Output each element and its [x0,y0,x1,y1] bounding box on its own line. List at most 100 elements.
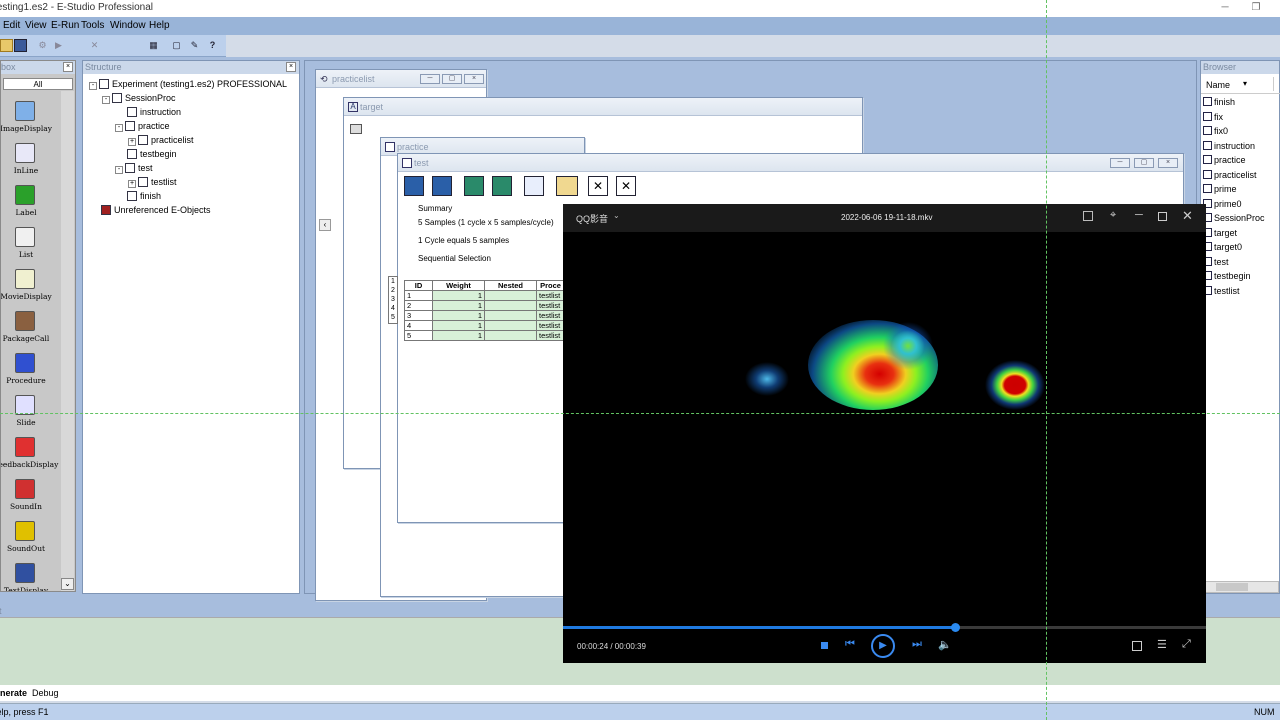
tree-node[interactable]: finish [89,190,299,204]
column-header[interactable]: Proce [536,280,565,291]
left-scroll-arrow[interactable]: ‹ [319,219,331,231]
tree-node[interactable]: - practice [89,120,299,134]
table-cell[interactable]: testlist [536,290,565,301]
table-row[interactable]: 3 1 testlist [404,310,565,321]
collapse-icon[interactable]: - [102,96,110,104]
table-cell[interactable]: 3 [404,310,433,321]
browser-item[interactable]: testlist [1203,284,1279,299]
browser-item[interactable]: fix0 [1203,124,1279,139]
open-icon[interactable] [0,39,13,52]
table-cell[interactable] [484,310,537,321]
column-header[interactable]: Nested [484,280,537,291]
settings-icon[interactable]: ☰ [1157,638,1167,651]
table-row[interactable]: 2 1 testlist [404,300,565,311]
add-attribute-icon[interactable] [464,176,484,196]
attribute-table[interactable]: ID Weight Nested Proce 1 1 testlist 2 1 testl… [404,280,565,341]
media-player-window[interactable]: QQ影音 ⌄ 2022-06-06 19-11-18.mkv ⌖ ─ ✕ 00:… [563,204,1206,663]
toolbox-filter[interactable]: All [3,78,73,90]
maximize-button[interactable]: ▢ [1134,158,1154,168]
close-icon[interactable]: ✕ [1182,208,1193,224]
add-level-icon[interactable] [404,176,424,196]
properties-icon[interactable] [556,176,578,196]
tree-node[interactable]: - test [89,162,299,176]
video-frame[interactable] [563,232,1206,626]
screenshot-icon[interactable] [1132,641,1142,651]
table-cell[interactable]: 1 [432,310,485,321]
browser-item[interactable]: finish [1203,95,1279,110]
close-icon[interactable]: × [286,62,296,72]
help-icon[interactable]: ? [206,39,219,52]
table-cell[interactable]: 1 [404,290,433,301]
remove-attributes-icon[interactable]: ✕ [616,176,636,196]
table-cell[interactable]: 2 [404,300,433,311]
browser-item[interactable]: testbegin [1203,269,1279,284]
expand-icon[interactable]: + [128,180,136,188]
chevron-down-icon[interactable]: ⌄ [613,211,620,220]
menu-help[interactable]: Help [149,20,170,31]
toolbox-scrollbar[interactable]: ⌄ [61,91,74,591]
expand-icon[interactable]: + [128,138,136,146]
tree-node[interactable]: - SessionProc [89,92,299,106]
collapse-icon[interactable]: - [115,124,123,132]
play-button[interactable]: ▶ [871,634,895,658]
browser-item[interactable]: target [1203,226,1279,241]
browser-item[interactable]: practicelist [1203,168,1279,183]
tree-node[interactable]: Unreferenced E-Objects [89,204,299,218]
toolbox-item[interactable]: PackageCall [1,311,61,351]
toolbox-item[interactable]: List [1,227,61,267]
table-cell[interactable]: 1 [432,320,485,331]
minimize-button[interactable]: ─ [420,74,440,84]
table-cell[interactable] [484,300,537,311]
menu-tools[interactable]: Tools [81,20,104,31]
stop-icon[interactable] [821,642,828,649]
browser-icon[interactable]: ▦ [147,39,160,52]
browser-hscroll[interactable] [1203,581,1279,593]
table-cell[interactable] [484,330,537,341]
close-button[interactable]: × [1158,158,1178,168]
browser-item[interactable]: prime [1203,182,1279,197]
previous-icon[interactable]: ⏮ [845,638,855,651]
browser-item[interactable]: prime0 [1203,197,1279,212]
pin-icon[interactable]: ⌖ [1110,209,1116,222]
table-cell[interactable]: 5 [404,330,433,341]
collapse-icon[interactable]: - [89,82,97,90]
next-icon[interactable]: ⏭ [912,638,922,651]
table-cell[interactable]: testlist [536,300,565,311]
menu-window[interactable]: Window [110,20,146,31]
remove-levels-icon[interactable]: ✕ [588,176,608,196]
tree-node[interactable]: testbegin [89,148,299,162]
tree-node[interactable]: - Experiment (testing1.es2) PROFESSIONAL [89,78,299,92]
table-cell[interactable]: testlist [536,310,565,321]
toolbox-item[interactable]: MovieDisplay [1,269,61,309]
browser-item[interactable]: instruction [1203,139,1279,154]
tab-debug[interactable]: Debug [32,688,59,698]
cut-icon[interactable]: ✕ [88,39,101,52]
browser-item[interactable]: test [1203,255,1279,270]
close-button[interactable]: × [464,74,484,84]
menu-view[interactable]: View [25,20,47,31]
table-cell[interactable] [484,320,537,331]
new-icon[interactable]: ▢ [170,39,183,52]
minimize-button[interactable]: ─ [1214,0,1236,17]
toolbox-item[interactable]: Slide [1,395,61,435]
column-header[interactable]: ID [404,280,433,291]
tab-generate[interactable]: Generate [0,688,27,698]
close-icon[interactable]: × [63,62,73,72]
table-cell[interactable]: 1 [432,330,485,341]
save-icon[interactable] [14,39,27,52]
name-column-label[interactable]: Name [1206,80,1230,90]
table-cell[interactable]: testlist [536,320,565,331]
maximize-button[interactable]: ▢ [442,74,462,84]
toolbox-item[interactable]: ImageDisplay [1,101,61,141]
browser-item[interactable]: fix [1203,110,1279,125]
menu-erun[interactable]: E-Run [51,20,79,31]
minimize-icon[interactable]: ─ [1135,209,1143,221]
player-brand[interactable]: QQ影音 [576,212,608,225]
run-icon[interactable]: ▶ [52,39,65,52]
minimize-button[interactable]: ─ [1110,158,1130,168]
pip-icon[interactable] [1083,211,1093,221]
scroll-down-icon[interactable]: ⌄ [61,578,74,590]
browser-item[interactable]: SessionProc [1203,211,1279,226]
volume-icon[interactable]: 🔈 [938,638,952,651]
tree-node[interactable]: + testlist [89,176,299,190]
